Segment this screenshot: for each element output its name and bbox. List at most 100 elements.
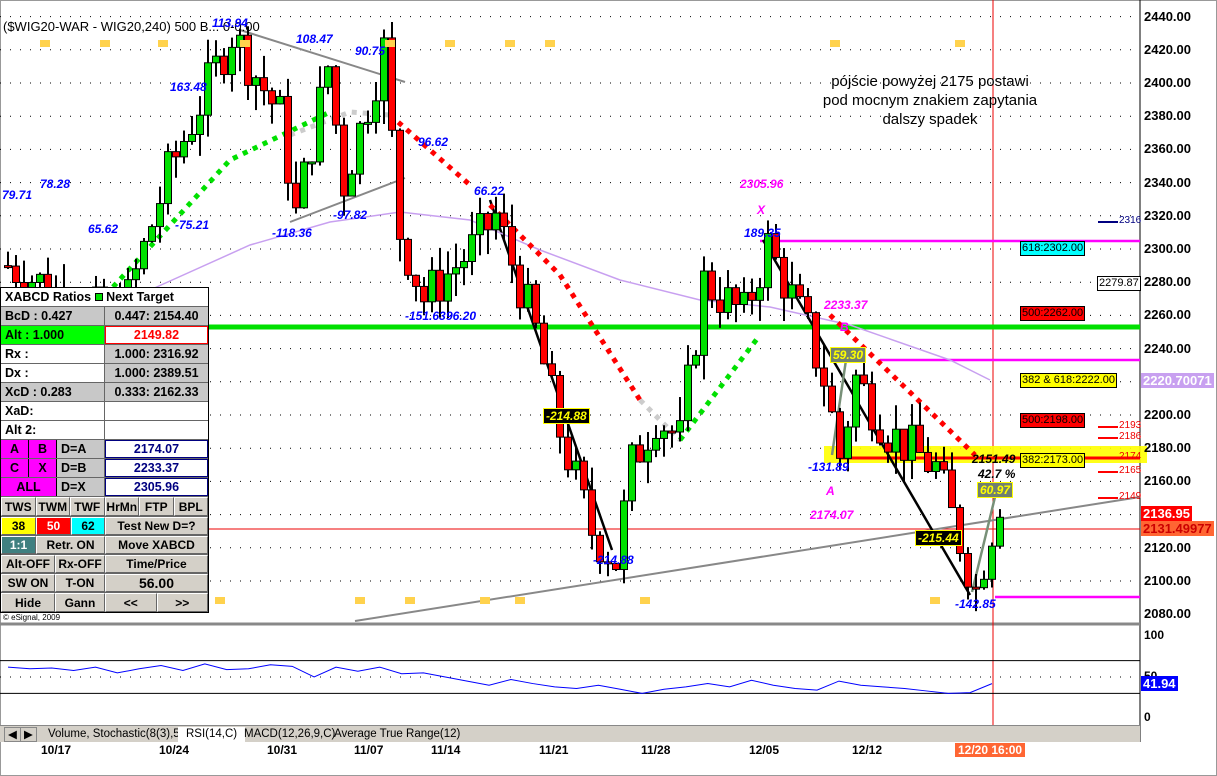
candle-body (452, 267, 460, 275)
pattern-label: 96.20 (446, 309, 477, 323)
ratio-38-button[interactable]: 38 (1, 517, 36, 535)
projection-label: 2193 (1119, 420, 1142, 431)
move-xabcd-button[interactable]: Move XABCD (105, 536, 208, 554)
x-tick-label: 11/21 (539, 743, 569, 757)
candle-body (588, 489, 596, 536)
button-twf[interactable]: TWF (70, 497, 105, 516)
x-tick-label: 11/28 (641, 743, 671, 757)
prev-button[interactable]: << (105, 593, 157, 612)
scroll-right-button[interactable]: ▶ (20, 727, 37, 742)
rx-off-button[interactable]: Rx-OFF (55, 555, 105, 573)
candle-body (180, 140, 188, 158)
y-tick-label: 2120.00 (1144, 539, 1191, 555)
pattern-all-button[interactable]: ALL (1, 478, 57, 496)
button-hrmn[interactable]: HrMn (104, 497, 139, 516)
time-price-value[interactable]: 56.00 (105, 574, 208, 592)
pattern-label: 59.30 (830, 347, 867, 363)
candle-body (804, 296, 812, 314)
candle-body (196, 114, 204, 135)
target-price: 2233.37 (105, 459, 208, 477)
pattern-label: 189.35 (744, 226, 781, 240)
gann-button[interactable]: Gann (55, 593, 105, 612)
session-marker (480, 597, 490, 604)
session-marker (505, 40, 515, 47)
candle-body (660, 430, 668, 439)
button-tws[interactable]: TWS (1, 497, 36, 516)
ma-value-badge: 2220.70071 (1141, 372, 1214, 388)
candle-body (388, 37, 396, 131)
x-tick-label: 10/31 (267, 743, 298, 757)
sw-on-button[interactable]: SW ON (1, 574, 55, 592)
candle-body (340, 124, 348, 197)
next-target-label: Next Target (106, 290, 174, 304)
time-price-button[interactable]: Time/Price (105, 555, 208, 573)
candle-body (844, 426, 852, 459)
retr-on-button[interactable]: Retr. ON (36, 536, 105, 554)
candle-body (820, 367, 828, 387)
tab-atr[interactable]: Average True Range(12) (326, 727, 468, 742)
candle-body (852, 374, 860, 428)
ratio-label: BcD : 0.427 (1, 307, 105, 325)
ratio-label: Rx : (1, 345, 105, 363)
button-twm[interactable]: TWM (35, 497, 70, 516)
pattern-A-button[interactable]: A (1, 440, 29, 458)
test-new-d-button[interactable]: Test New D=? (105, 517, 208, 535)
pattern-B-button[interactable]: B (29, 440, 57, 458)
button-bpl[interactable]: BPL (173, 497, 208, 516)
ratio-label: Alt 2: (1, 421, 105, 439)
t-on-button[interactable]: T-ON (55, 574, 105, 592)
y-tick-label: 2380.00 (1144, 108, 1191, 124)
y-tick-label: 2400.00 (1144, 75, 1191, 90)
candle-body (988, 545, 996, 580)
copyright: © eSignal, 2009 (3, 613, 61, 622)
candle-body (892, 428, 900, 453)
candle-body (708, 270, 716, 301)
pattern-X-button[interactable]: X (29, 459, 57, 477)
candle-body (484, 213, 492, 231)
session-marker (930, 597, 940, 604)
alt-off-button[interactable]: Alt-OFF (1, 555, 55, 573)
target-price: 2305.96 (105, 478, 208, 496)
fib-level-box: 382 & 618:2222.00 (1020, 373, 1117, 388)
candle-body (516, 264, 524, 309)
y-tick-label: 2080.00 (1144, 606, 1191, 622)
x-tick-label: 10/24 (159, 743, 190, 757)
button-ftp[interactable]: FTP (139, 497, 174, 516)
pattern-label: -215.44 (915, 530, 962, 546)
ratio-50-button[interactable]: 50 (36, 517, 71, 535)
session-marker (640, 597, 650, 604)
one-to-one-button[interactable]: 1:1 (1, 536, 36, 554)
candle-body (572, 460, 580, 471)
candle-body (276, 95, 284, 105)
tab-volume-stochastic[interactable]: Volume, Stochastic(8(3),5) (40, 727, 192, 742)
pattern-label: 60.97 (977, 482, 1014, 498)
projection-label: 2316 (1119, 215, 1142, 226)
candle-body (284, 95, 292, 184)
ratio-row: BcD : 0.427 0.447: 2154.40 (1, 307, 208, 326)
candle-body (932, 461, 940, 473)
candle-body (564, 436, 572, 471)
candle-body (428, 269, 436, 303)
candle-body (324, 66, 332, 88)
pattern-C-button[interactable]: C (1, 459, 29, 477)
hide-button[interactable]: Hide (1, 593, 55, 612)
target-row: C X D=B 2233.37 (1, 459, 208, 478)
rsi-value-badge: 41.94 (1141, 675, 1178, 691)
ratio-62-button[interactable]: 62 (71, 517, 105, 535)
candle-body (652, 437, 660, 451)
target-row: ALL D=X 2305.96 (1, 478, 208, 497)
candle-body (668, 430, 676, 434)
ratio-label: XcD : 0.283 (1, 383, 105, 401)
candle-body (468, 234, 476, 262)
scroll-left-button[interactable]: ◀ (4, 727, 21, 742)
candle-body (524, 283, 532, 309)
candle-body (300, 161, 308, 209)
pattern-label: 66.22 (474, 184, 505, 198)
candle-body (756, 287, 764, 301)
x-tick-label: 12/05 (749, 743, 780, 757)
next-button[interactable]: >> (156, 593, 208, 612)
candle-body (4, 265, 12, 269)
rsi-tick-label: 0 (1144, 710, 1151, 724)
candle-body (364, 121, 372, 125)
ratio-label: Alt : 1.000 (1, 326, 105, 344)
